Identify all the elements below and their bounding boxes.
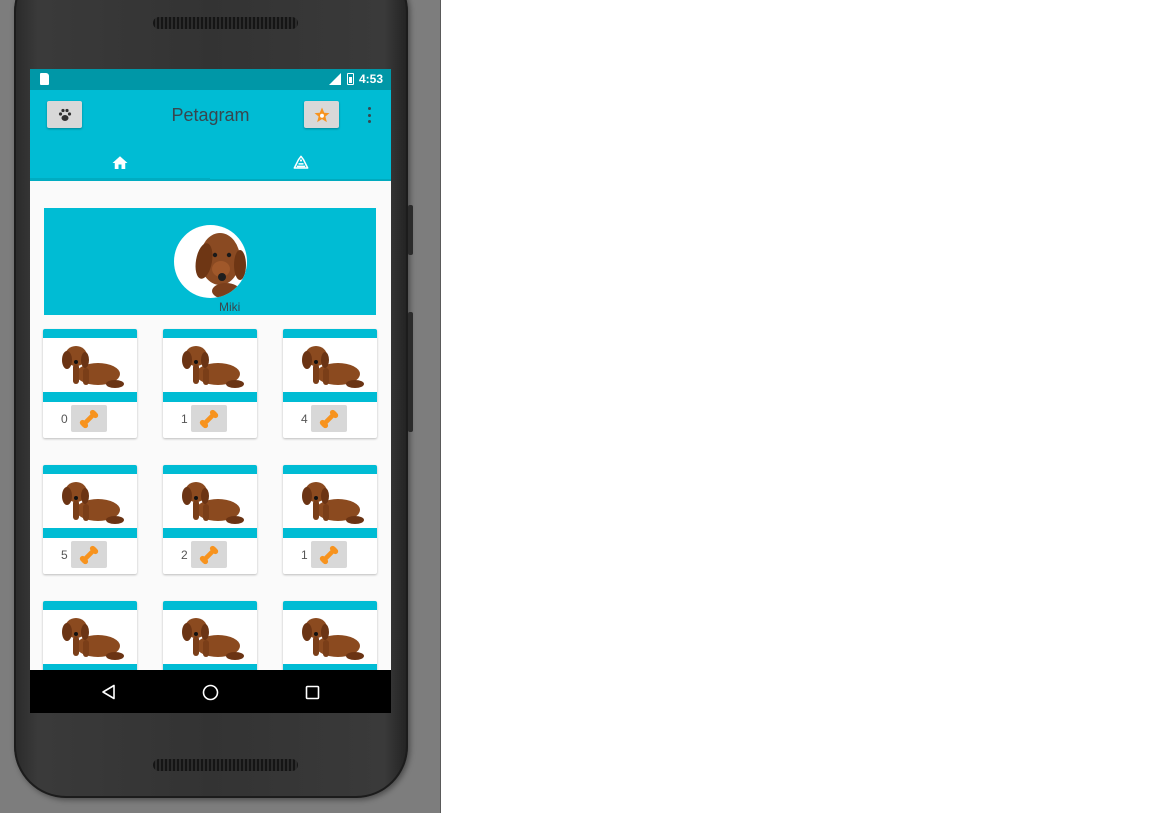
app-bar: Petagram bbox=[30, 90, 391, 181]
status-bar: 4:53 bbox=[30, 69, 391, 90]
sd-card-icon bbox=[40, 73, 49, 85]
status-time: 4:53 bbox=[358, 72, 383, 86]
pet-card[interactable]: 2 bbox=[163, 465, 257, 574]
home-button[interactable] bbox=[198, 680, 222, 704]
favorites-button[interactable] bbox=[304, 101, 339, 128]
pet-card[interactable]: 1 bbox=[283, 465, 377, 574]
like-count: 5 bbox=[61, 548, 68, 562]
dog-image bbox=[163, 474, 257, 528]
dog-image bbox=[283, 610, 377, 664]
pet-card[interactable]: 4 bbox=[283, 329, 377, 438]
pet-card[interactable]: 1 bbox=[163, 329, 257, 438]
star-icon bbox=[314, 107, 329, 122]
pet-icon bbox=[293, 155, 309, 169]
bone-icon bbox=[79, 545, 99, 564]
bone-icon bbox=[319, 409, 339, 428]
dog-image bbox=[283, 338, 377, 392]
like-button[interactable] bbox=[311, 541, 347, 568]
like-button[interactable] bbox=[191, 405, 227, 432]
like-count: 2 bbox=[181, 548, 188, 562]
bottom-speaker bbox=[153, 759, 298, 771]
like-button[interactable] bbox=[71, 541, 107, 568]
top-speaker bbox=[153, 17, 298, 29]
dog-image bbox=[43, 338, 137, 392]
like-button[interactable] bbox=[311, 405, 347, 432]
bone-icon bbox=[199, 545, 219, 564]
signal-icon bbox=[328, 72, 342, 86]
like-count: 1 bbox=[301, 548, 308, 562]
tab-pet-profile[interactable] bbox=[211, 145, 391, 181]
back-icon bbox=[102, 684, 115, 700]
like-button[interactable] bbox=[191, 541, 227, 568]
tab-indicator bbox=[30, 178, 210, 181]
tab-divider bbox=[210, 179, 391, 181]
navigation-bar bbox=[30, 670, 391, 713]
dog-image bbox=[43, 474, 137, 528]
bone-icon bbox=[319, 545, 339, 564]
dog-image bbox=[43, 610, 137, 664]
home-icon bbox=[112, 156, 128, 169]
bone-icon bbox=[79, 409, 99, 428]
power-button[interactable] bbox=[408, 312, 413, 432]
pet-card[interactable]: 0 bbox=[43, 329, 137, 438]
dog-image bbox=[163, 610, 257, 664]
volume-button[interactable] bbox=[408, 205, 413, 255]
tab-home[interactable] bbox=[30, 145, 210, 181]
emulator-edge bbox=[440, 0, 441, 813]
profile-header: Miki bbox=[44, 208, 376, 315]
pet-card[interactable]: 5 bbox=[43, 465, 137, 574]
device-screen: 4:53 Petagram Miki 0 1 4 5 2 1 bbox=[30, 69, 391, 713]
like-count: 1 bbox=[181, 412, 188, 426]
dog-image bbox=[163, 338, 257, 392]
back-button[interactable] bbox=[97, 680, 121, 704]
dog-image bbox=[283, 474, 377, 528]
battery-icon bbox=[346, 73, 354, 85]
like-button[interactable] bbox=[71, 405, 107, 432]
dog-portrait-image bbox=[195, 233, 246, 298]
recents-icon bbox=[305, 685, 319, 699]
home-circle-icon bbox=[202, 684, 218, 700]
overflow-menu-icon[interactable] bbox=[367, 107, 371, 123]
bone-icon bbox=[199, 409, 219, 428]
avatar[interactable] bbox=[174, 225, 247, 298]
like-count: 4 bbox=[301, 412, 308, 426]
profile-name: Miki bbox=[219, 300, 241, 314]
recents-button[interactable] bbox=[300, 680, 324, 704]
like-count: 0 bbox=[61, 412, 68, 426]
